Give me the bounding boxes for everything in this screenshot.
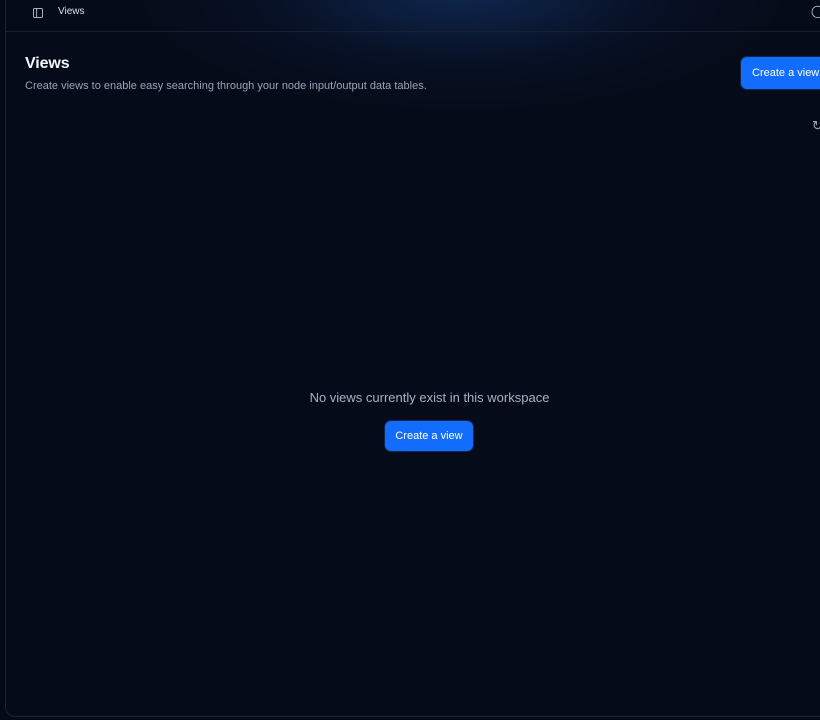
topbar: Views ◯ (6, 0, 820, 32)
create-view-button[interactable]: Create a view (741, 57, 820, 89)
breadcrumb[interactable]: Views (58, 6, 85, 18)
refresh-icon[interactable]: ↻ (812, 119, 820, 133)
sidebar-toggle-icon[interactable] (32, 7, 44, 19)
page-description: Create views to enable easy searching th… (25, 80, 427, 92)
page-title: Views (25, 55, 70, 72)
user-menu-icon[interactable]: ◯ (811, 4, 820, 18)
app-frame: Views ◯ Views Create views to enable eas… (5, 0, 820, 717)
empty-state-message: No views currently exist in this workspa… (309, 390, 550, 405)
empty-state: No views currently exist in this workspa… (6, 389, 820, 406)
empty-state-create-view-button[interactable]: Create a view (385, 421, 473, 451)
